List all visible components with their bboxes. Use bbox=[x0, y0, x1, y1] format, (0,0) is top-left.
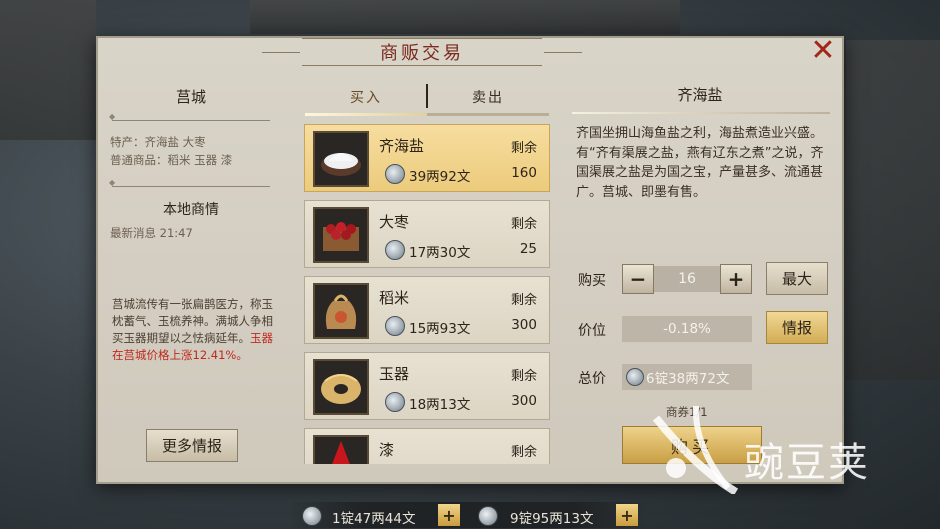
goods-remain-label: 剩余 bbox=[510, 217, 537, 232]
price-change-text: -0.18% bbox=[663, 321, 711, 337]
goods-remain: 160 bbox=[511, 165, 537, 181]
goods-name: 大枣 bbox=[379, 213, 410, 231]
tab-separator bbox=[426, 84, 428, 108]
goods-item-lacquer[interactable]: 漆 剩余 bbox=[304, 428, 550, 464]
add-currency-button[interactable]: + bbox=[616, 504, 638, 526]
close-button[interactable]: ✕ bbox=[808, 36, 838, 66]
max-quantity-button[interactable]: 最大 bbox=[766, 262, 828, 295]
plus-icon: + bbox=[442, 505, 456, 525]
goods-name: 漆 bbox=[379, 441, 395, 459]
close-icon: ✕ bbox=[810, 33, 836, 68]
divider bbox=[572, 112, 830, 114]
selected-goods-title: 齐海盐 bbox=[677, 86, 723, 104]
divider bbox=[109, 178, 270, 189]
wallet-second-currency: 9锭95两13文 bbox=[510, 511, 594, 527]
divider bbox=[109, 112, 270, 123]
goods-remain: 300 bbox=[511, 393, 537, 409]
jujube-basket-icon bbox=[313, 207, 369, 263]
goods-name: 齐海盐 bbox=[379, 137, 425, 155]
silver-coin-icon bbox=[385, 316, 405, 336]
silver-coin-icon bbox=[302, 506, 322, 526]
city-info: 莒城 特产：齐海盐 大枣 普通商品：稻米 玉器 漆 本地商情 最新消息 21:4… bbox=[109, 78, 272, 241]
total-price-value: 6锭38两72文 bbox=[646, 371, 730, 387]
buy-quantity-label: 购买 bbox=[578, 273, 606, 289]
increase-quantity-button[interactable]: + bbox=[720, 264, 752, 294]
goods-description: 齐国坐拥山海鱼盐之利，海盐煮造业兴盛。有“齐有渠展之盐，燕有辽东之煮”之说，齐国… bbox=[576, 126, 824, 200]
wallet-silver: 1锭47两44文 bbox=[332, 511, 416, 527]
tab-active-indicator bbox=[305, 113, 427, 116]
goods-price: 15两93文 bbox=[409, 321, 471, 337]
goods-item-jade[interactable]: 玉器 剩余 18两13文 300 bbox=[304, 352, 550, 420]
silver-coin-icon bbox=[626, 368, 644, 386]
city-common-goods: 普通商品：稻米 玉器 漆 bbox=[110, 153, 233, 167]
tab-sell[interactable]: 卖出 bbox=[427, 82, 549, 112]
window-title-bar: 商贩交易 bbox=[262, 38, 582, 66]
goods-name: 稻米 bbox=[379, 289, 410, 307]
goods-item-salt[interactable]: 齐海盐 剩余 39两92文 160 bbox=[304, 124, 550, 192]
total-price-field: 6锭38两72文 bbox=[622, 364, 752, 390]
silver-coin-icon bbox=[478, 506, 498, 526]
plus-icon: + bbox=[620, 505, 634, 525]
price-level-label: 价位 bbox=[578, 323, 606, 339]
goods-remain-label: 剩余 bbox=[510, 369, 537, 384]
price-change-value: -0.18% bbox=[622, 316, 752, 342]
goods-remain: 25 bbox=[519, 241, 537, 257]
market-news-body: 莒城流传有一张扁鹊医方，称玉枕蓄气、玉梳养神。满城人争相买玉器期望以之怯病延年。… bbox=[112, 296, 274, 364]
add-silver-button[interactable]: + bbox=[438, 504, 460, 526]
salt-bowl-icon bbox=[313, 131, 369, 187]
goods-price: 17两30文 bbox=[409, 245, 471, 261]
goods-remain-label: 剩余 bbox=[510, 141, 537, 156]
background-roof-left bbox=[0, 0, 96, 140]
window-title: 商贩交易 bbox=[366, 39, 478, 65]
intel-button[interactable]: 情报 bbox=[766, 311, 828, 344]
plus-icon: + bbox=[727, 267, 745, 291]
city-name: 莒城 bbox=[175, 88, 206, 106]
goods-remain-label: 剩余 bbox=[510, 445, 537, 460]
watermark-text: 豌豆荚 bbox=[744, 440, 870, 486]
minus-icon: − bbox=[629, 267, 647, 291]
goods-remain-label: 剩余 bbox=[510, 293, 537, 308]
background-roof-top bbox=[250, 0, 680, 34]
market-news-time: 最新消息 21:47 bbox=[110, 226, 193, 240]
tab-buy[interactable]: 买入 bbox=[305, 82, 427, 112]
goods-item-rice[interactable]: 稻米 剩余 15两93文 300 bbox=[304, 276, 550, 344]
goods-item-jujube[interactable]: 大枣 剩余 17两30文 25 bbox=[304, 200, 550, 268]
goods-name: 玉器 bbox=[379, 365, 410, 383]
lacquer-icon bbox=[313, 435, 369, 464]
total-price-label: 总价 bbox=[578, 371, 606, 387]
jade-disc-icon bbox=[313, 359, 369, 415]
goods-list[interactable]: 齐海盐 剩余 39两92文 160 大枣 剩余 17两30文 25 稻米 剩余 … bbox=[304, 124, 550, 464]
silver-coin-icon bbox=[385, 164, 405, 184]
quantity-input[interactable]: 16 bbox=[654, 266, 720, 292]
rice-sack-icon bbox=[313, 283, 369, 339]
decrease-quantity-button[interactable]: − bbox=[622, 264, 654, 294]
goods-remain: 300 bbox=[511, 317, 537, 333]
background-scaffold-right bbox=[846, 40, 940, 380]
silver-coin-icon bbox=[385, 392, 405, 412]
goods-price: 18两13文 bbox=[409, 397, 471, 413]
goods-price: 39两92文 bbox=[409, 169, 471, 185]
more-info-button[interactable]: 更多情报 bbox=[146, 429, 238, 462]
market-news-title: 本地商情 bbox=[163, 202, 219, 218]
city-specialty: 特产：齐海盐 大枣 bbox=[110, 135, 206, 149]
news-text: 莒城流传有一张扁鹊医方，称玉枕蓄气、玉梳养神。满城人争相买玉器期望以之怯病延年。 bbox=[112, 297, 273, 345]
silver-coin-icon bbox=[385, 240, 405, 260]
